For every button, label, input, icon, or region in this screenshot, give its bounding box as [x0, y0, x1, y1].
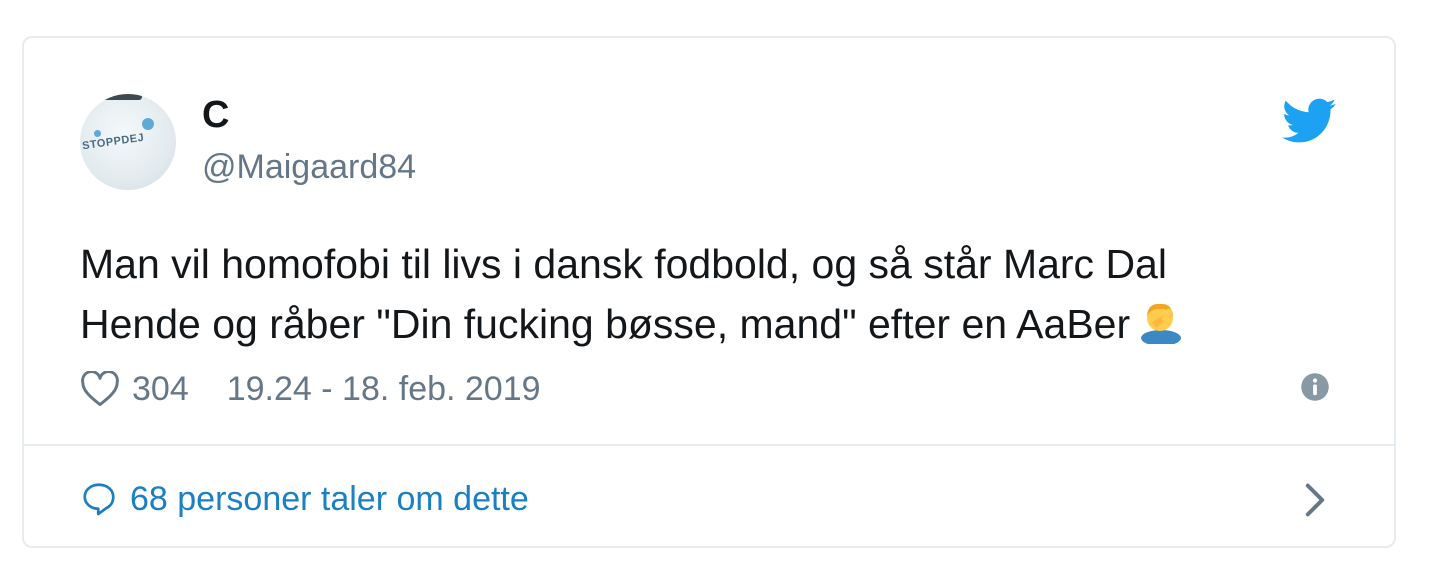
display-name[interactable]: C [202, 94, 229, 137]
tweet-text: Man vil homofobi til livs i dansk fodbol… [80, 234, 1310, 360]
twitter-bird-icon[interactable] [1282, 98, 1336, 144]
conversation-link-label[interactable]: 68 personer taler om dette [130, 480, 529, 519]
avatar[interactable]: STOPPDEJ [80, 94, 176, 190]
tweet-embed-card[interactable]: STOPPDEJ C @Maigaard84 Man vil homofobi … [22, 36, 1396, 548]
avatar-logo-text: STOPPDEJ [81, 131, 146, 153]
heart-icon[interactable] [80, 371, 120, 407]
conversation-link[interactable]: 68 personer taler om dette [80, 476, 529, 522]
avatar-decoration [102, 94, 142, 100]
info-icon[interactable] [1300, 372, 1330, 402]
tweet-meta: 304 19.24 - 18. feb. 2019 [80, 366, 541, 412]
timestamp[interactable]: 19.24 - 18. feb. 2019 [227, 370, 541, 409]
avatar-decoration [142, 118, 154, 130]
person-facepalming-emoji [1138, 298, 1184, 360]
tweet-text-line-content: Hende og råber "Din fucking bøsse, mand"… [80, 301, 1131, 347]
divider [24, 444, 1394, 446]
user-handle[interactable]: @Maigaard84 [202, 148, 416, 187]
like-count[interactable]: 304 [132, 370, 189, 409]
tweet-text-line: Hende og råber "Din fucking bøsse, mand"… [80, 294, 1310, 360]
avatar-decoration [94, 130, 101, 137]
tweet-text-line: Man vil homofobi til livs i dansk fodbol… [80, 241, 1167, 287]
speech-bubble-icon [83, 483, 115, 516]
chevron-right-icon[interactable] [1304, 482, 1326, 518]
